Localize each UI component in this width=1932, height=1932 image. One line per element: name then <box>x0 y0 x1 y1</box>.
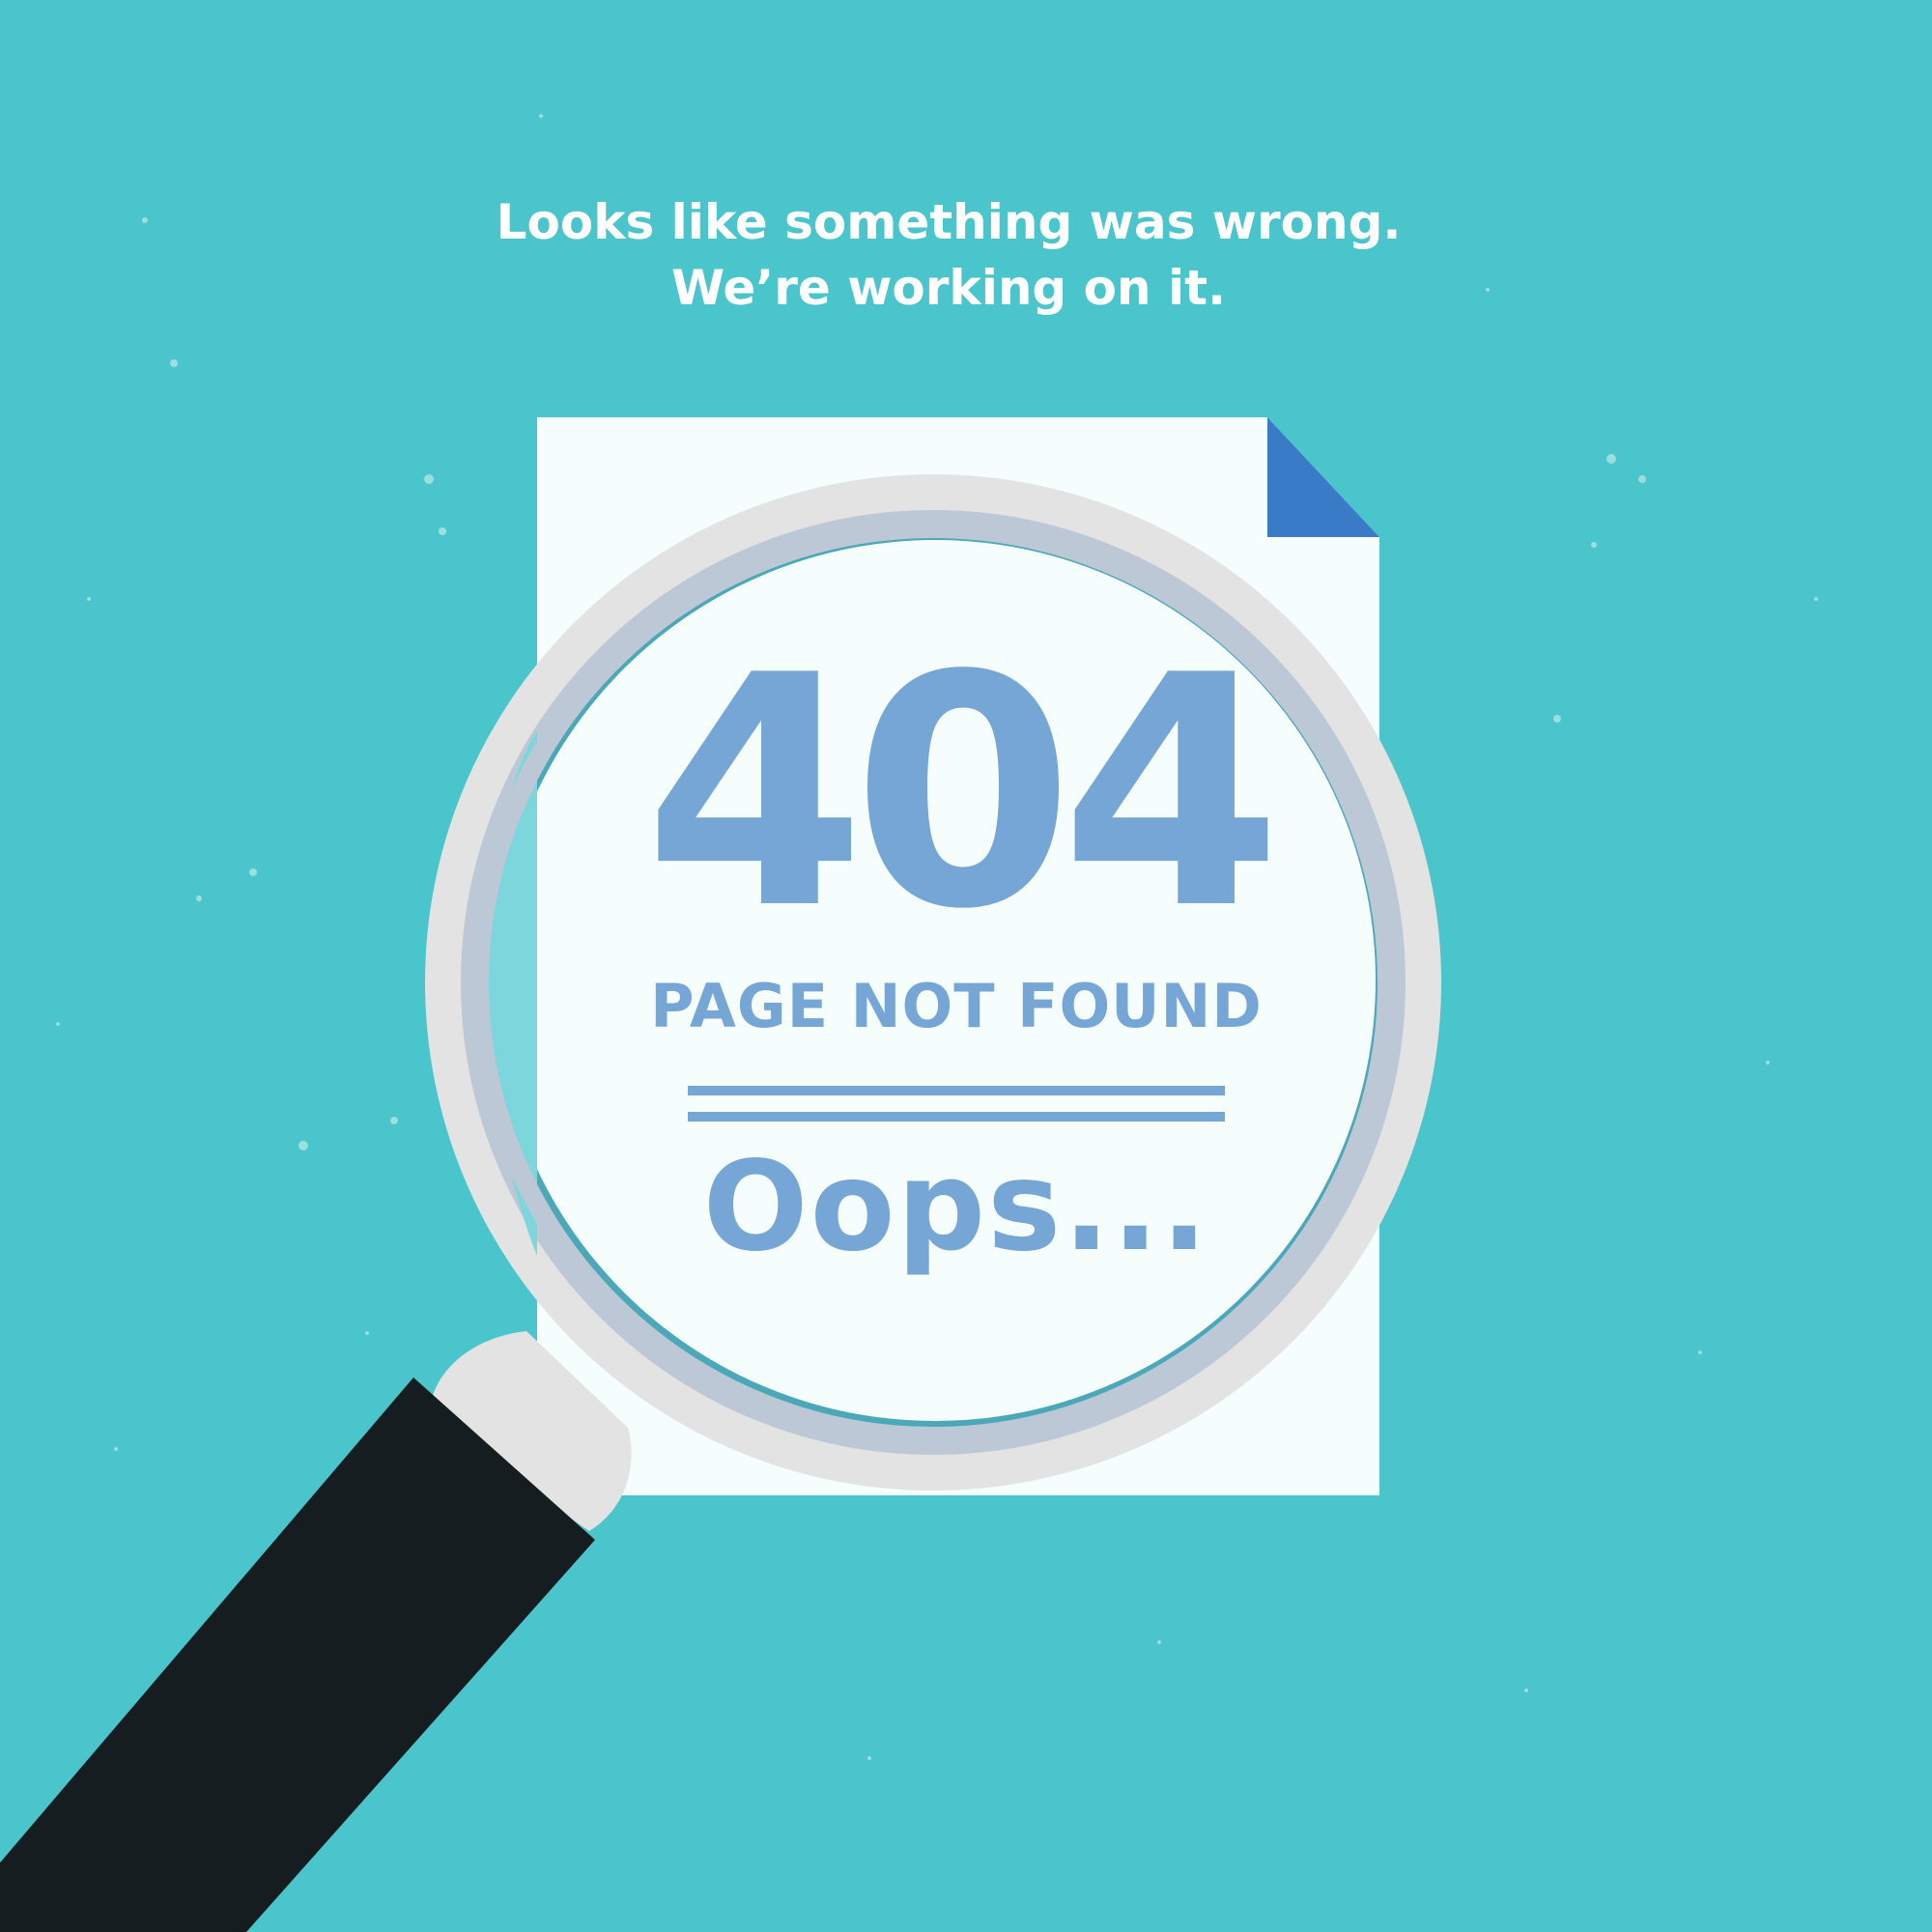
error-page: Looks like something was wrong. We’re wo… <box>0 0 1932 1932</box>
page-fold-corner <box>1267 417 1379 537</box>
magnifier-handle <box>0 1378 595 1932</box>
divider-line-top <box>688 1086 1225 1095</box>
error-exclamation: Oops... <box>702 1135 1210 1279</box>
divider-line-bottom <box>688 1112 1225 1122</box>
error-code: 404 <box>643 608 1283 979</box>
error-title: PAGE NOT FOUND <box>650 971 1263 1041</box>
